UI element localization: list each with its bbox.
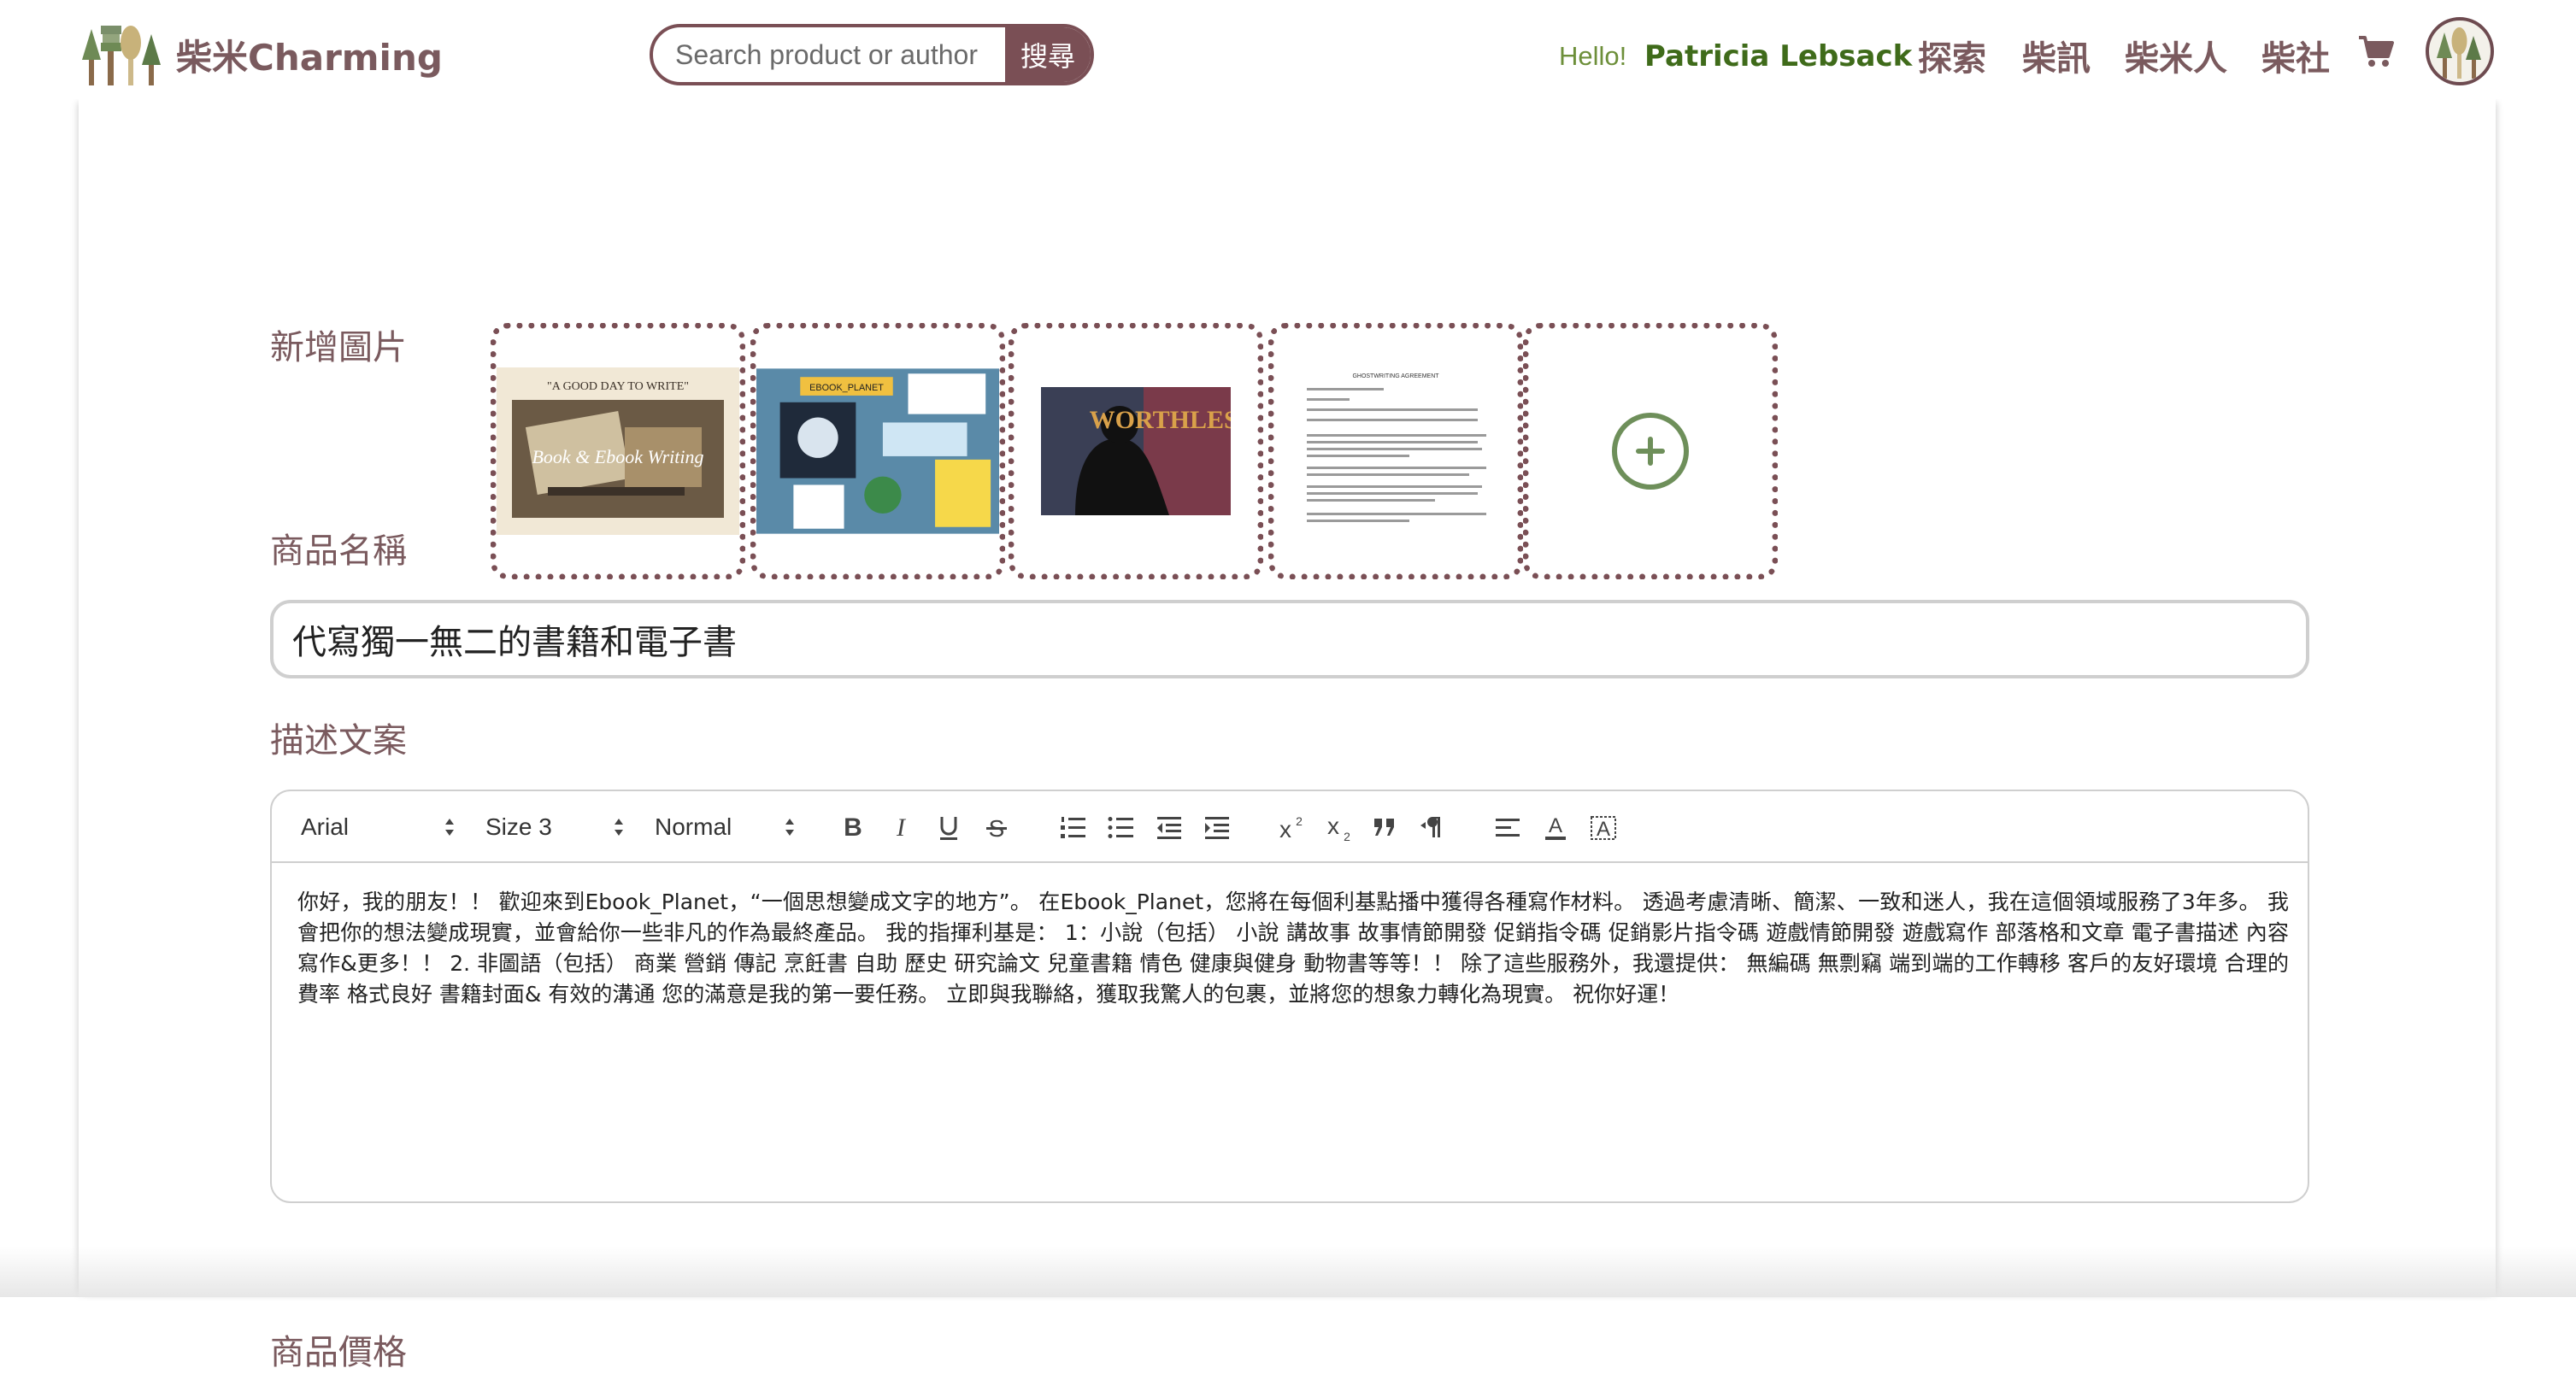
select-arrows-icon <box>445 819 454 836</box>
search-input[interactable] <box>653 27 1005 82</box>
brand-name: 柴米Charming <box>176 36 443 79</box>
thumbnail-1-title: "A GOOD DAY TO WRITE" <box>547 380 689 393</box>
highlight-color-icon: A <box>1591 816 1616 841</box>
add-image-button[interactable] <box>1523 323 1778 579</box>
underline-icon <box>940 817 957 840</box>
thumbnail-worthless-image: WORTHLESS <box>1041 387 1231 515</box>
image-slot-2[interactable]: EBOOK_PLANET <box>750 323 1005 579</box>
svg-text:I: I <box>896 813 907 842</box>
ordered-list-icon <box>1061 817 1085 838</box>
thumbnail-2-title: EBOOK_PLANET <box>809 383 884 393</box>
top-navbar: 柴米Charming 搜尋 Hello! Patricia Lebsack 探索… <box>0 0 2576 99</box>
svg-text:A: A <box>1597 818 1610 841</box>
editor-content[interactable]: 你好，我的朋友！！ 歡迎來到Ebook_Planet，“一個思想變成文字的地方”… <box>297 887 2289 1010</box>
nav-community[interactable]: 柴社 <box>2261 31 2330 80</box>
text-color-icon: A <box>1545 814 1566 840</box>
editor-toolbar: Arial Size 3 Normal B I S x 2 x 2 A A <box>272 791 2308 863</box>
align-left-icon <box>1496 819 1520 837</box>
thumbnail-writing-image: "A GOOD DAY TO WRITE" Book & Ebook Writi… <box>497 367 739 535</box>
product-price-label: 商品價格 <box>270 1333 407 1372</box>
product-form-card: 新增圖片 "A GOOD DAY TO WRITE" Book & Ebook … <box>79 99 2496 1372</box>
paragraph-style-select[interactable]: Normal <box>655 810 794 844</box>
thumbnail-ebook-planet-image: EBOOK_PLANET <box>756 368 999 534</box>
avatar-trees-icon <box>2437 27 2481 79</box>
svg-text:B: B <box>844 813 862 842</box>
nav-people[interactable]: 柴米人 <box>2125 31 2227 80</box>
brand-logo[interactable]: 柴米Charming <box>79 22 443 87</box>
italic-icon: I <box>896 813 907 842</box>
font-size-select[interactable]: Size 3 <box>485 810 623 844</box>
indent-icon <box>1205 817 1229 839</box>
background-color-button[interactable]: A <box>1586 810 1620 844</box>
description-label: 描述文案 <box>270 721 407 760</box>
align-button[interactable] <box>1491 810 1525 844</box>
paragraph-style-value: Normal <box>655 813 732 840</box>
thumbnail-4-title: GHOSTWRITING AGREEMENT <box>1352 373 1439 379</box>
text-direction-button[interactable] <box>1415 810 1450 844</box>
thumbnail-3-title: WORTHLESS <box>1090 406 1231 434</box>
nav-explore[interactable]: 探索 <box>1918 31 1986 80</box>
font-family-select[interactable]: Arial <box>301 810 454 844</box>
svg-text:x: x <box>1327 813 1339 839</box>
quote-icon <box>1374 819 1394 836</box>
subscript-button[interactable]: x2 <box>1320 810 1354 844</box>
bold-button[interactable]: B <box>836 810 870 844</box>
image-slot-1[interactable]: "A GOOD DAY TO WRITE" Book & Ebook Writi… <box>491 323 745 579</box>
search-button[interactable]: 搜尋 <box>1005 27 1091 82</box>
greeting-text: Hello! <box>1559 41 1627 71</box>
ordered-list-button[interactable] <box>1056 810 1091 844</box>
svg-text:2: 2 <box>1296 814 1303 828</box>
font-size-value: Size 3 <box>485 813 552 840</box>
search-bar: 搜尋 <box>650 24 1094 85</box>
indent-button[interactable] <box>1200 810 1234 844</box>
thumbnail-1-caption: Book & Ebook Writing <box>532 446 703 467</box>
trees-logo-icon <box>82 26 161 85</box>
product-name-label: 商品名稱 <box>270 531 407 571</box>
cart-icon[interactable] <box>2357 34 2395 68</box>
select-arrows-icon <box>785 819 794 836</box>
add-circle-icon <box>1612 413 1689 490</box>
outdent-icon <box>1157 817 1181 839</box>
rich-text-editor: Arial Size 3 Normal B I S x 2 x 2 A A 你好… <box>270 790 2309 1203</box>
underline-button[interactable] <box>932 810 966 844</box>
select-arrows-icon <box>615 819 623 836</box>
bullet-list-button[interactable] <box>1104 810 1138 844</box>
user-avatar[interactable] <box>2426 17 2494 85</box>
nav-news[interactable]: 柴訊 <box>2022 31 2091 80</box>
strikethrough-button[interactable]: S <box>979 810 1014 844</box>
thumbnail-agreement-document-image: GHOSTWRITING AGREEMENT <box>1293 366 1498 537</box>
blockquote-button[interactable] <box>1367 810 1402 844</box>
outdent-button[interactable] <box>1152 810 1186 844</box>
product-name-input[interactable] <box>270 600 2309 678</box>
font-family-value: Arial <box>301 813 350 840</box>
image-slot-4[interactable]: GHOSTWRITING AGREEMENT <box>1268 323 1523 579</box>
user-name[interactable]: Patricia Lebsack <box>1644 39 1912 73</box>
image-slot-3[interactable]: WORTHLESS <box>1009 323 1263 579</box>
bullet-list-icon <box>1108 817 1133 838</box>
svg-text:A: A <box>1549 814 1562 837</box>
rtl-direction-icon <box>1420 817 1440 837</box>
strikethrough-icon: S <box>986 815 1007 842</box>
superscript-button[interactable]: x2 <box>1272 810 1306 844</box>
bold-icon: B <box>844 813 862 842</box>
images-label: 新增圖片 <box>270 328 407 367</box>
italic-button[interactable]: I <box>884 810 918 844</box>
subscript-icon: x2 <box>1327 813 1350 843</box>
superscript-icon: x2 <box>1279 814 1303 843</box>
svg-text:x: x <box>1279 816 1291 843</box>
text-color-button[interactable]: A <box>1538 810 1573 844</box>
svg-text:2: 2 <box>1344 830 1350 843</box>
